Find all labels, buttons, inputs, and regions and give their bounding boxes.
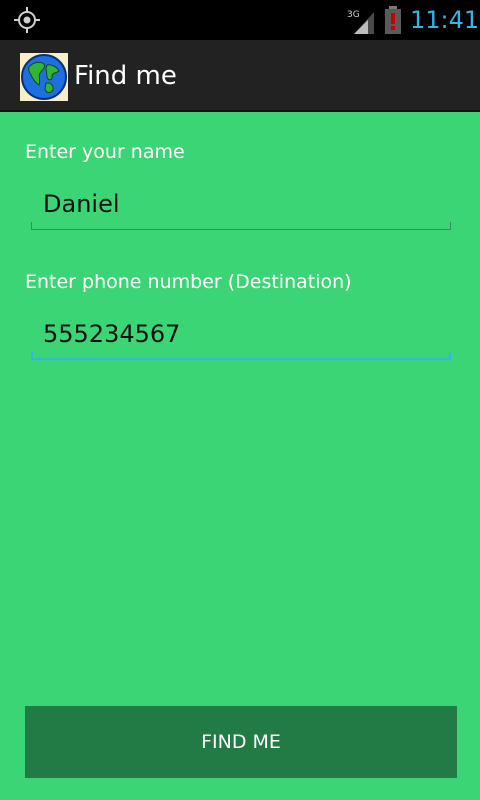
main-content: Enter your name Enter phone number (Dest… [0,112,480,800]
signal-icon: 3G [347,10,374,34]
name-field[interactable] [31,184,451,230]
globe-icon[interactable] [20,53,68,101]
find-me-button[interactable]: FIND ME [25,706,457,778]
status-bar: 3G 11:41 [0,0,480,40]
battery-icon [385,6,401,34]
phone-input[interactable] [31,314,451,354]
name-input-underline [31,222,451,230]
network-type-label: 3G [347,10,360,20]
app-title: Find me [74,61,177,91]
action-bar: Find me [0,40,480,112]
status-clock: 11:41 [410,6,480,34]
name-input[interactable] [31,184,451,224]
gps-icon [14,7,40,33]
phone-input-underline [31,352,451,360]
phone-label: Enter phone number (Destination) [25,271,352,293]
phone-field[interactable] [31,314,451,360]
name-label: Enter your name [25,141,185,163]
